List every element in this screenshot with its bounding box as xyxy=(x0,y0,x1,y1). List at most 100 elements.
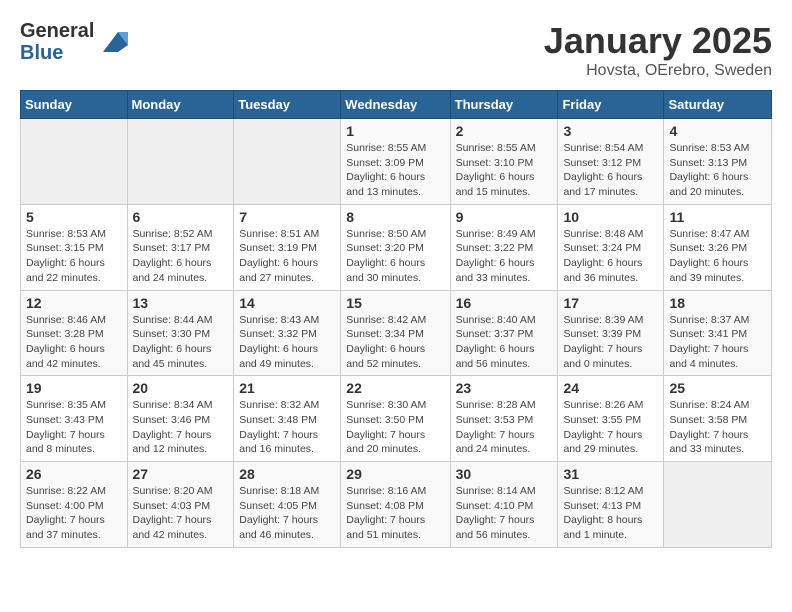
logo: General Blue xyxy=(20,20,128,64)
day-info: Sunrise: 8:51 AM Sunset: 3:19 PM Dayligh… xyxy=(239,227,335,286)
calendar-cell: 6 Sunrise: 8:52 AM Sunset: 3:17 PM Daylig… xyxy=(127,204,234,290)
day-number: 28 xyxy=(239,466,335,482)
day-info: Sunrise: 8:54 AM Sunset: 3:12 PM Dayligh… xyxy=(563,141,658,200)
day-number: 7 xyxy=(239,209,335,225)
day-number: 14 xyxy=(239,295,335,311)
day-info: Sunrise: 8:16 AM Sunset: 4:08 PM Dayligh… xyxy=(346,484,444,543)
calendar-cell: 17Sunrise: 8:39 AM Sunset: 3:39 PM Dayli… xyxy=(558,290,664,376)
day-info: Sunrise: 8:35 AM Sunset: 3:43 PM Dayligh… xyxy=(26,398,122,457)
calendar-cell: 14 Sunrise: 8:43 AM Sunset: 3:32 PM Dayli… xyxy=(234,290,341,376)
day-number: 2 xyxy=(456,123,553,139)
day-info: Sunrise: 8:26 AM Sunset: 3:55 PM Dayligh… xyxy=(563,398,658,457)
location: Hovsta, OErebro, Sweden xyxy=(544,62,772,80)
day-number: 4 xyxy=(669,123,766,139)
day-info: Sunrise: 8:32 AM Sunset: 3:48 PM Dayligh… xyxy=(239,398,335,457)
day-info: Sunrise: 8:53 AM Sunset: 3:15 PM Dayligh… xyxy=(26,227,122,286)
calendar-cell: 13 Sunrise: 8:44 AM Sunset: 3:30 PM Dayli… xyxy=(127,290,234,376)
day-info: Sunrise: 8:55 AM Sunset: 3:09 PM Dayligh… xyxy=(346,141,444,200)
calendar-cell: 25 Sunrise: 8:24 AM Sunset: 3:58 PM Dayli… xyxy=(664,376,772,462)
day-number: 3 xyxy=(563,123,658,139)
calendar-cell xyxy=(234,119,341,205)
day-number: 10 xyxy=(563,209,658,225)
calendar-week-4: 19 Sunrise: 8:35 AM Sunset: 3:43 PM Dayli… xyxy=(21,376,772,462)
day-info: Sunrise: 8:34 AM Sunset: 3:46 PM Dayligh… xyxy=(133,398,229,457)
day-number: 18 xyxy=(669,295,766,311)
day-number: 27 xyxy=(133,466,229,482)
calendar-cell xyxy=(664,462,772,548)
calendar-table: SundayMondayTuesdayWednesdayThursdayFrid… xyxy=(20,90,772,548)
day-number: 25 xyxy=(669,380,766,396)
weekday-row: SundayMondayTuesdayWednesdayThursdayFrid… xyxy=(21,91,772,119)
calendar-cell: 5Sunrise: 8:53 AM Sunset: 3:15 PM Daylig… xyxy=(21,204,128,290)
calendar-cell: 22 Sunrise: 8:30 AM Sunset: 3:50 PM Dayli… xyxy=(341,376,450,462)
day-info: Sunrise: 8:44 AM Sunset: 3:30 PM Dayligh… xyxy=(133,313,229,372)
day-number: 11 xyxy=(669,209,766,225)
day-info: Sunrise: 8:37 AM Sunset: 3:41 PM Dayligh… xyxy=(669,313,766,372)
calendar-cell: 12Sunrise: 8:46 AM Sunset: 3:28 PM Dayli… xyxy=(21,290,128,376)
day-number: 23 xyxy=(456,380,553,396)
day-info: Sunrise: 8:43 AM Sunset: 3:32 PM Dayligh… xyxy=(239,313,335,372)
weekday-header-friday: Friday xyxy=(558,91,664,119)
day-info: Sunrise: 8:55 AM Sunset: 3:10 PM Dayligh… xyxy=(456,141,553,200)
day-info: Sunrise: 8:20 AM Sunset: 4:03 PM Dayligh… xyxy=(133,484,229,543)
day-info: Sunrise: 8:22 AM Sunset: 4:00 PM Dayligh… xyxy=(26,484,122,543)
calendar-cell: 18 Sunrise: 8:37 AM Sunset: 3:41 PM Dayli… xyxy=(664,290,772,376)
calendar-cell: 30Sunrise: 8:14 AM Sunset: 4:10 PM Dayli… xyxy=(450,462,558,548)
day-number: 20 xyxy=(133,380,229,396)
weekday-header-wednesday: Wednesday xyxy=(341,91,450,119)
day-info: Sunrise: 8:52 AM Sunset: 3:17 PM Dayligh… xyxy=(133,227,229,286)
calendar-cell: 29 Sunrise: 8:16 AM Sunset: 4:08 PM Dayli… xyxy=(341,462,450,548)
day-info: Sunrise: 8:12 AM Sunset: 4:13 PM Dayligh… xyxy=(563,484,658,543)
day-info: Sunrise: 8:48 AM Sunset: 3:24 PM Dayligh… xyxy=(563,227,658,286)
day-info: Sunrise: 8:14 AM Sunset: 4:10 PM Dayligh… xyxy=(456,484,553,543)
day-info: Sunrise: 8:46 AM Sunset: 3:28 PM Dayligh… xyxy=(26,313,122,372)
page-header: General Blue January 2025 Hovsta, OErebr… xyxy=(20,20,772,80)
calendar-header: SundayMondayTuesdayWednesdayThursdayFrid… xyxy=(21,91,772,119)
calendar-cell xyxy=(127,119,234,205)
day-number: 13 xyxy=(133,295,229,311)
day-number: 21 xyxy=(239,380,335,396)
calendar-cell: 20 Sunrise: 8:34 AM Sunset: 3:46 PM Dayli… xyxy=(127,376,234,462)
day-number: 22 xyxy=(346,380,444,396)
day-info: Sunrise: 8:24 AM Sunset: 3:58 PM Dayligh… xyxy=(669,398,766,457)
logo-icon xyxy=(98,27,128,57)
calendar-cell: 19 Sunrise: 8:35 AM Sunset: 3:43 PM Dayli… xyxy=(21,376,128,462)
day-number: 29 xyxy=(346,466,444,482)
day-info: Sunrise: 8:30 AM Sunset: 3:50 PM Dayligh… xyxy=(346,398,444,457)
weekday-header-saturday: Saturday xyxy=(664,91,772,119)
day-number: 19 xyxy=(26,380,122,396)
weekday-header-thursday: Thursday xyxy=(450,91,558,119)
calendar-week-5: 26 Sunrise: 8:22 AM Sunset: 4:00 PM Dayli… xyxy=(21,462,772,548)
calendar-cell: 2 Sunrise: 8:55 AM Sunset: 3:10 PM Daylig… xyxy=(450,119,558,205)
day-number: 15 xyxy=(346,295,444,311)
calendar-cell: 8 Sunrise: 8:50 AM Sunset: 3:20 PM Daylig… xyxy=(341,204,450,290)
weekday-header-sunday: Sunday xyxy=(21,91,128,119)
calendar-week-2: 5Sunrise: 8:53 AM Sunset: 3:15 PM Daylig… xyxy=(21,204,772,290)
calendar-cell: 16Sunrise: 8:40 AM Sunset: 3:37 PM Dayli… xyxy=(450,290,558,376)
day-number: 8 xyxy=(346,209,444,225)
day-number: 9 xyxy=(456,209,553,225)
weekday-header-monday: Monday xyxy=(127,91,234,119)
day-info: Sunrise: 8:42 AM Sunset: 3:34 PM Dayligh… xyxy=(346,313,444,372)
title-block: January 2025 Hovsta, OErebro, Sweden xyxy=(544,20,772,80)
day-number: 26 xyxy=(26,466,122,482)
day-info: Sunrise: 8:53 AM Sunset: 3:13 PM Dayligh… xyxy=(669,141,766,200)
calendar-cell: 27 Sunrise: 8:20 AM Sunset: 4:03 PM Dayli… xyxy=(127,462,234,548)
calendar-cell: 4 Sunrise: 8:53 AM Sunset: 3:13 PM Daylig… xyxy=(664,119,772,205)
day-info: Sunrise: 8:28 AM Sunset: 3:53 PM Dayligh… xyxy=(456,398,553,457)
calendar-cell: 9Sunrise: 8:49 AM Sunset: 3:22 PM Daylig… xyxy=(450,204,558,290)
day-number: 17 xyxy=(563,295,658,311)
calendar-cell: 21 Sunrise: 8:32 AM Sunset: 3:48 PM Dayli… xyxy=(234,376,341,462)
day-info: Sunrise: 8:18 AM Sunset: 4:05 PM Dayligh… xyxy=(239,484,335,543)
day-number: 6 xyxy=(133,209,229,225)
logo-general-text: General xyxy=(20,20,94,42)
day-info: Sunrise: 8:47 AM Sunset: 3:26 PM Dayligh… xyxy=(669,227,766,286)
day-info: Sunrise: 8:50 AM Sunset: 3:20 PM Dayligh… xyxy=(346,227,444,286)
calendar-cell: 26 Sunrise: 8:22 AM Sunset: 4:00 PM Dayli… xyxy=(21,462,128,548)
day-number: 24 xyxy=(563,380,658,396)
logo-blue-text: Blue xyxy=(20,42,94,64)
calendar-cell: 24 Sunrise: 8:26 AM Sunset: 3:55 PM Dayli… xyxy=(558,376,664,462)
calendar-cell: 3 Sunrise: 8:54 AM Sunset: 3:12 PM Daylig… xyxy=(558,119,664,205)
calendar-cell: 15 Sunrise: 8:42 AM Sunset: 3:34 PM Dayli… xyxy=(341,290,450,376)
calendar-week-3: 12Sunrise: 8:46 AM Sunset: 3:28 PM Dayli… xyxy=(21,290,772,376)
